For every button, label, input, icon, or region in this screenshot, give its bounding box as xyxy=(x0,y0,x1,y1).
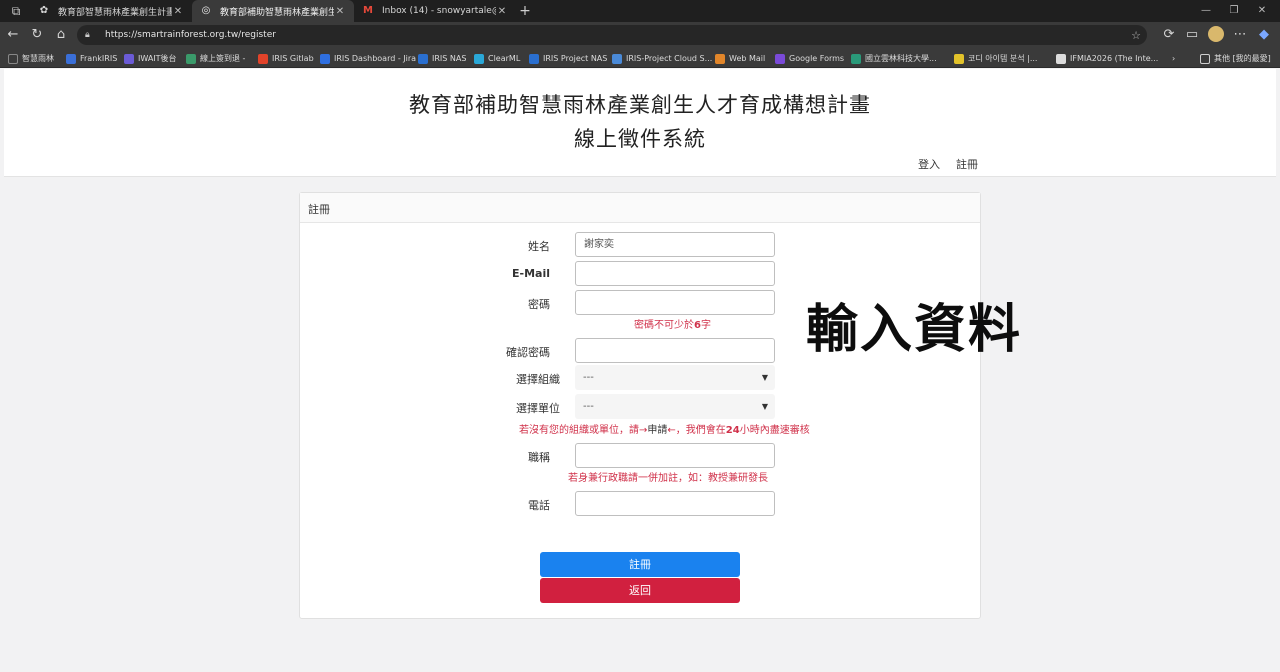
overlay-caption: 輸入資料 xyxy=(806,300,1023,360)
name-label: 姓名 xyxy=(528,240,550,253)
globe-icon: ◎ xyxy=(201,5,211,16)
name-input[interactable]: 謝家奕 xyxy=(575,232,775,257)
extensions-icon[interactable]: ⟳ xyxy=(1160,26,1178,44)
password-input[interactable] xyxy=(575,290,775,315)
apply-link[interactable]: 申請 xyxy=(647,425,667,436)
bookmark-favicon-icon xyxy=(186,53,196,64)
tab-gmail-inbox[interactable]: M Inbox (14) - snowyartale@gmail.c ✕ xyxy=(354,0,516,22)
password-hint: 密碼不可少於6字 xyxy=(634,320,711,331)
bookmark-favicon-icon xyxy=(124,53,134,64)
bookmark-item[interactable]: IRIS Project NAS xyxy=(529,52,607,65)
unit-select[interactable]: --- ▼ xyxy=(575,394,775,419)
university-icon xyxy=(851,53,861,64)
clearml-icon xyxy=(474,53,484,64)
folder-icon xyxy=(8,53,18,64)
home-icon[interactable]: ⌂ xyxy=(52,26,70,44)
gitlab-icon xyxy=(258,53,268,64)
email-label: E-Mail xyxy=(512,267,550,280)
confirm-password-input[interactable] xyxy=(575,338,775,363)
page-title-line1: 教育部補助智慧雨林產業創生人才育成構想計畫 xyxy=(409,93,871,117)
confirm-password-label: 確認密碼 xyxy=(506,346,550,359)
tab-smartrainforest-home[interactable]: ✿ 教育部智慧雨林產業創生計畫 ✕ xyxy=(30,0,192,22)
unit-hint: 若沒有您的組織或單位，請→申請←，我們會在24小時內盡速審核 xyxy=(519,425,810,436)
job-title-input[interactable] xyxy=(575,443,775,468)
bookmark-item[interactable]: Web Mail xyxy=(715,52,765,65)
tab-register[interactable]: ◎ 教育部補助智慧雨林產業創生人才 ✕ xyxy=(192,0,354,22)
browser-tab-bar: ⧉ ✿ 教育部智慧雨林產業創生計畫 ✕ ◎ 教育部補助智慧雨林產業創生人才 ✕ … xyxy=(0,0,1280,22)
nas-icon xyxy=(529,53,539,64)
bookmark-item[interactable]: IRIS Gitlab xyxy=(258,52,314,65)
unit-label: 選擇單位 xyxy=(516,402,560,415)
bookmark-favicon-icon xyxy=(954,53,964,64)
other-favorites-folder[interactable]: 其他 [我的最愛] xyxy=(1200,52,1271,65)
login-link[interactable]: 登入 xyxy=(918,156,940,172)
register-card: 註冊 姓名 謝家奕 E-Mail 密碼 密碼不可少於6字 確認密碼 選擇組織 -… xyxy=(299,192,981,619)
gmail-icon: M xyxy=(363,5,373,16)
bookmark-item[interactable]: Google Forms xyxy=(775,52,844,65)
minimize-icon[interactable]: — xyxy=(1196,2,1216,20)
url-text: https://smartrainforest.org.tw/register xyxy=(105,30,276,40)
back-arrow-icon[interactable]: ← xyxy=(4,26,22,44)
close-tab-icon[interactable]: ✕ xyxy=(172,6,184,17)
bookmark-item[interactable]: IRIS NAS xyxy=(418,52,466,65)
back-button[interactable]: 返回 xyxy=(540,578,740,603)
copilot-icon[interactable]: ◆ xyxy=(1255,26,1273,44)
close-tab-icon[interactable]: ✕ xyxy=(496,6,508,17)
job-title-label: 職稱 xyxy=(528,451,550,464)
email-input[interactable] xyxy=(575,261,775,286)
lock-icon: 🔒︎ xyxy=(85,30,90,40)
job-title-hint: 若身兼行政職請一併加註，如：教授兼研發長 xyxy=(568,473,768,484)
google-forms-icon xyxy=(775,53,785,64)
page-content: 教育部補助智慧雨林產業創生人才育成構想計畫 線上徵件系統 登入 註冊 註冊 姓名… xyxy=(4,69,1276,672)
register-link[interactable]: 註冊 xyxy=(956,156,978,172)
bookmark-item[interactable]: 智慧雨林 xyxy=(8,52,54,65)
bookmark-item[interactable]: FrankIRIS xyxy=(66,52,117,65)
password-label: 密碼 xyxy=(528,298,550,311)
jira-icon xyxy=(320,53,330,64)
card-title: 註冊 xyxy=(300,193,980,223)
bookmarks-bar: 智慧雨林 FrankIRIS IWAIT後台 線上簽到退 - IRIS Gitl… xyxy=(0,48,1280,68)
more-menu-icon[interactable]: ⋯ xyxy=(1231,26,1249,44)
bookmark-favicon-icon xyxy=(1056,53,1066,64)
bookmark-item[interactable]: IRIS-Project Cloud S... xyxy=(612,52,712,65)
restore-icon[interactable]: ❐ xyxy=(1224,2,1244,20)
bookmark-favicon-icon xyxy=(66,53,76,64)
dropdown-caret-icon: ▼ xyxy=(761,373,768,382)
address-bar[interactable]: 🔒︎ https://smartrainforest.org.tw/regist… xyxy=(77,25,1147,45)
organization-label: 選擇組織 xyxy=(516,373,560,386)
bookmark-item[interactable]: 國立雲林科技大學... xyxy=(851,52,937,65)
page-title-line2: 線上徵件系統 xyxy=(574,127,706,151)
webmail-icon xyxy=(715,53,725,64)
bookmark-item[interactable]: IWAIT後台 xyxy=(124,52,177,65)
bookmark-item[interactable]: IRIS Dashboard - Jira xyxy=(320,52,416,65)
bookmark-item[interactable]: 線上簽到退 - xyxy=(186,52,245,65)
bookmark-item[interactable]: 코디 아이템 분석 |... xyxy=(954,52,1037,65)
favorite-star-icon[interactable]: ☆ xyxy=(1131,29,1141,42)
dropdown-caret-icon: ▼ xyxy=(761,402,768,411)
phone-input[interactable] xyxy=(575,491,775,516)
bookmark-item[interactable]: ClearML xyxy=(474,52,520,65)
bookmarks-overflow-icon[interactable]: › xyxy=(1172,52,1175,65)
site-header: 教育部補助智慧雨林產業創生人才育成構想計畫 線上徵件系統 登入 註冊 xyxy=(4,69,1276,177)
site-favicon-icon: ✿ xyxy=(39,5,49,16)
screencast-icon[interactable]: ▭ xyxy=(1183,26,1201,44)
new-tab-button[interactable]: + xyxy=(517,2,533,20)
bookmark-item[interactable]: IFMIA2026 (The Inte... xyxy=(1056,52,1158,65)
phone-label: 電話 xyxy=(528,499,550,512)
browser-nav-bar: ← ↻ ⌂ 🔒︎ https://smartrainforest.org.tw/… xyxy=(0,22,1280,48)
profile-avatar[interactable] xyxy=(1208,26,1224,42)
organization-select[interactable]: --- ▼ xyxy=(575,365,775,390)
close-window-icon[interactable]: ✕ xyxy=(1252,2,1272,20)
cloud-icon xyxy=(612,53,622,64)
submit-register-button[interactable]: 註冊 xyxy=(540,552,740,577)
close-tab-icon[interactable]: ✕ xyxy=(334,6,346,17)
refresh-icon[interactable]: ↻ xyxy=(28,26,46,44)
workspaces-icon[interactable]: ⧉ xyxy=(8,3,24,19)
folder-icon xyxy=(1200,53,1210,64)
nas-icon xyxy=(418,53,428,64)
